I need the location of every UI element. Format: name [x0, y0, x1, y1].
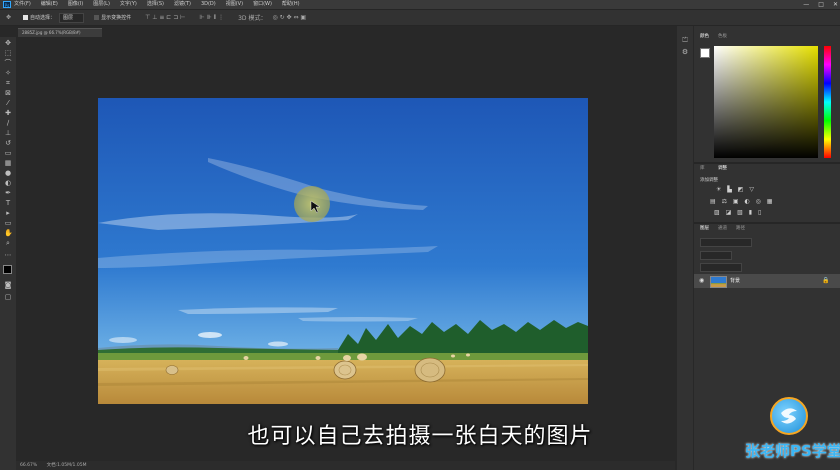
hue-slider[interactable] [824, 46, 831, 158]
watermark-logo [770, 397, 808, 435]
auto-select-dropdown[interactable]: 图层 [59, 12, 85, 23]
pen-icon[interactable]: ✒ [4, 189, 12, 197]
quick-mask-icon[interactable]: ◙ [4, 281, 12, 289]
close-button[interactable]: ✕ [833, 0, 838, 9]
tab-adjustments[interactable]: 调整 [718, 165, 727, 171]
window-controls: — □ ✕ [803, 0, 838, 9]
shape-icon[interactable]: ▭ [4, 219, 12, 227]
move-tool-icon[interactable]: ✥ [6, 14, 11, 21]
fg-color-preview[interactable] [700, 48, 710, 58]
auto-select-label: 自动选择： [30, 15, 56, 21]
app-logo: Ps [3, 1, 11, 8]
tab-paths[interactable]: 路径 [736, 225, 745, 231]
dodge-icon[interactable]: ◐ [4, 179, 12, 187]
watermark-text: 张老师PS学堂 [745, 442, 840, 460]
lock-icon: 🔒 [822, 277, 830, 284]
show-transform-label: 显示变换控件 [101, 15, 132, 21]
eraser-icon[interactable]: ▭ [4, 149, 12, 157]
menu-window[interactable]: 窗口(W) [253, 0, 272, 9]
marquee-icon[interactable]: ⬚ [4, 49, 12, 57]
3d-mode-label: 3D 模式： [238, 15, 267, 22]
menu-bar: Ps 文件(F) 编辑(E) 图像(I) 图层(L) 文字(Y) 选择(S) 滤… [0, 0, 840, 9]
eyedropper-icon[interactable]: ⁄ [4, 99, 12, 107]
auto-select-checkbox[interactable] [23, 15, 29, 20]
lock-options[interactable] [700, 263, 742, 272]
blend-mode-dropdown[interactable] [700, 251, 732, 260]
menu-type[interactable]: 文字(Y) [120, 0, 137, 9]
maximize-button[interactable]: □ [818, 0, 824, 9]
align-icons[interactable]: ⊤ ⊥ ≡ ⊏ ⊐ ⊢ [145, 14, 185, 21]
history-panel-icon[interactable]: ⏍ [681, 36, 689, 44]
menu-filter[interactable]: 滤镜(T) [174, 0, 191, 9]
path-select-icon[interactable]: ▸ [4, 209, 12, 217]
menu-layer[interactable]: 图层(L) [93, 0, 110, 9]
frame-icon[interactable]: ⊠ [4, 89, 12, 97]
menu-view[interactable]: 视图(V) [226, 0, 243, 9]
landscape-photo [98, 98, 588, 404]
right-panels: 颜色 色板 库 调整 添加调整 ☀ ▙ ◩ ▽ ▤ ⚖ ▣ ◐ ◎ ▦ ▨ ◪ … [694, 26, 840, 470]
lasso-icon[interactable]: ⌒ [4, 59, 12, 67]
eye-icon[interactable]: ◉ [699, 277, 704, 284]
layer-row-background[interactable]: ◉ 背景 🔒 [694, 274, 840, 288]
tab-swatches[interactable]: 色板 [718, 33, 727, 39]
tools-panel: ✥ ⬚ ⌒ ✧ ⌗ ⊠ ⁄ ✚ ∕ ⊥ ↺ ▭ ▦ ● ◐ ✒ T ▸ ▭ ✋ … [0, 37, 16, 470]
magic-wand-icon[interactable]: ✧ [4, 69, 12, 77]
menu-edit[interactable]: 编辑(E) [41, 0, 58, 9]
crop-icon[interactable]: ⌗ [4, 79, 12, 87]
options-bar: ✥ 自动选择： 图层 显示变换控件 ⊤ ⊥ ≡ ⊏ ⊐ ⊢ ⊩ ⊪ ⫴ ⋮ 3D… [0, 9, 840, 26]
status-bar: 66.67% 文档:1.05M/1.05M [16, 461, 675, 470]
minimize-button[interactable]: — [803, 0, 809, 9]
history-brush-icon[interactable]: ↺ [4, 139, 12, 147]
more-tools-icon[interactable]: ⋯ [4, 251, 12, 259]
layer-thumbnail [710, 276, 727, 288]
move-icon[interactable]: ✥ [4, 39, 12, 47]
tab-layers[interactable]: 图层 [700, 225, 709, 231]
document-size: 文档:1.05M/1.05M [46, 463, 87, 468]
menu-file[interactable]: 文件(F) [14, 0, 31, 9]
distribute-icons[interactable]: ⊩ ⊪ ⫴ ⋮ [199, 14, 224, 22]
stamp-icon[interactable]: ⊥ [4, 129, 12, 137]
color-picker-field[interactable] [714, 46, 818, 158]
tab-libraries[interactable]: 库 [700, 165, 705, 171]
adjustment-icons-row-3[interactable]: ▨ ◪ ▧ ▮ ▯ [714, 209, 763, 216]
document-tab[interactable]: 2885Z.jpg @ 66.7%(RGB/8#) [18, 28, 102, 37]
zoom-icon[interactable]: ⌕ [4, 239, 12, 247]
layer-name: 背景 [730, 278, 741, 284]
properties-panel-icon[interactable]: ⚙ [681, 48, 689, 56]
adjustment-icons-row-1[interactable]: ☀ ▙ ◩ ▽ [716, 186, 756, 193]
hand-icon[interactable]: ✋ [4, 229, 13, 237]
show-transform-checkbox[interactable] [94, 15, 100, 20]
menu-help[interactable]: 帮助(H) [282, 0, 300, 9]
layer-filter-dropdown[interactable] [700, 238, 752, 247]
video-subtitle: 也可以自己去拍摄一张白天的图片 [247, 424, 593, 449]
3d-tools-icons[interactable]: ◎ ↻ ✥ ⇔ ▣ [272, 14, 306, 21]
type-icon[interactable]: T [4, 199, 12, 207]
gradient-icon[interactable]: ▦ [4, 159, 12, 167]
foreground-color-swatch[interactable] [3, 265, 12, 274]
screen-mode-icon[interactable]: ▢ [4, 293, 12, 301]
panel-icon-strip: ⏍ ⚙ [677, 26, 693, 470]
menu-3d[interactable]: 3D(D) [201, 0, 216, 9]
menu-image[interactable]: 图像(I) [68, 0, 83, 9]
photo-canvas[interactable] [98, 98, 588, 404]
adjustments-header: 添加调整 [700, 178, 718, 183]
swoosh-icon [781, 408, 797, 424]
adjustment-icons-row-2[interactable]: ▤ ⚖ ▣ ◐ ◎ ▦ [710, 198, 774, 205]
blur-icon[interactable]: ● [4, 169, 12, 177]
brush-icon[interactable]: ∕ [4, 119, 12, 127]
tab-channels[interactable]: 通道 [718, 225, 727, 231]
tab-color[interactable]: 颜色 [700, 33, 709, 39]
zoom-level[interactable]: 66.67% [20, 463, 37, 468]
healing-brush-icon[interactable]: ✚ [4, 109, 12, 117]
menu-select[interactable]: 选择(S) [147, 0, 164, 9]
